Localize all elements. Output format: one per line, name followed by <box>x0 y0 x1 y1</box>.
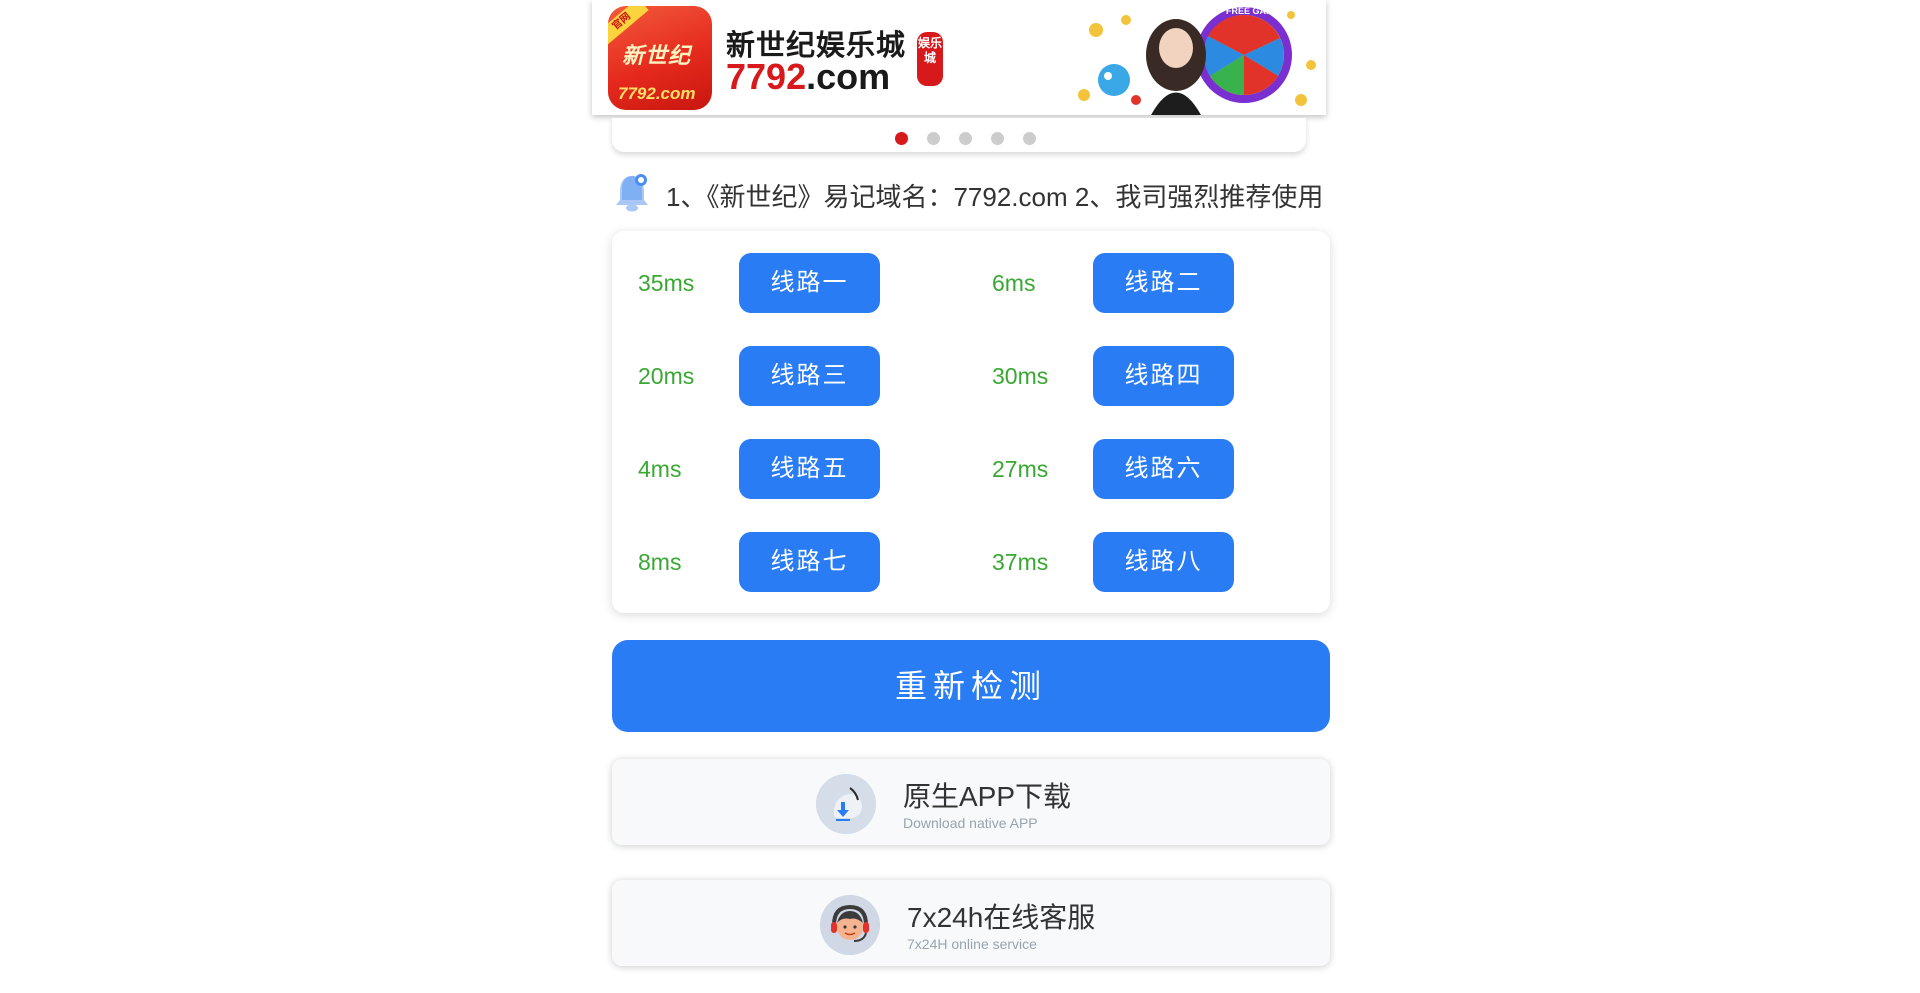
bell-icon <box>616 174 648 212</box>
line-2-button[interactable]: 线路二 <box>1093 253 1234 313</box>
carousel-dot[interactable] <box>895 132 908 145</box>
notice-bar: 1、《新世纪》易记域名：7792.com 2、我司强烈推荐使用 <box>612 170 1332 214</box>
latency-value: 35ms <box>638 270 695 296</box>
line-6-button[interactable]: 线路六 <box>1093 439 1234 499</box>
latency-value: 4ms <box>638 456 682 482</box>
customer-service-card[interactable]: 7x24h在线客服 7x24H online service <box>612 880 1330 966</box>
line-8-button[interactable]: 线路八 <box>1093 532 1234 592</box>
logo-url-text: 7792.com <box>618 84 696 103</box>
app-download-title: 原生APP下载 <box>903 781 1072 812</box>
line-selection-card: 35ms 线路一 6ms 线路二 20ms 线路三 30ms 线路四 4ms 线… <box>612 231 1330 613</box>
line-7-button[interactable]: 线路七 <box>739 532 880 592</box>
art-badge-text: FREE GAME <box>1226 6 1280 16</box>
domain-suffix: .com <box>806 56 891 97</box>
app-download-subtitle: Download native APP <box>903 815 1038 831</box>
carousel-dot[interactable] <box>927 132 940 145</box>
brand-domain: 7792.com <box>726 56 890 98</box>
line-3-button[interactable]: 线路三 <box>739 346 880 406</box>
line-item: 8ms 线路七 <box>612 532 912 592</box>
logo-brand-text: 新世纪 <box>622 43 692 68</box>
line-item: 35ms 线路一 <box>612 253 912 313</box>
latency-value: 27ms <box>992 456 1049 482</box>
line-item: 27ms 线路六 <box>966 439 1266 499</box>
notice-text: 1、《新世纪》易记域名：7792.com 2、我司强烈推荐使用 <box>666 182 1324 212</box>
recheck-button[interactable]: 重新检测 <box>612 640 1330 732</box>
seal-badge: 娱乐城 <box>917 32 943 86</box>
line-item: 30ms 线路四 <box>966 346 1266 406</box>
latency-value: 20ms <box>638 363 695 389</box>
latency-value: 30ms <box>992 363 1049 389</box>
latency-value: 8ms <box>638 549 682 575</box>
customer-service-icon <box>820 895 880 955</box>
customer-service-subtitle: 7x24H online service <box>907 936 1037 952</box>
app-logo: 官网 新世纪 7792.com <box>608 6 712 110</box>
download-icon <box>816 774 876 834</box>
line-item: 20ms 线路三 <box>612 346 912 406</box>
line-item: 37ms 线路八 <box>966 532 1266 592</box>
carousel-dot[interactable] <box>1023 132 1036 145</box>
customer-service-title: 7x24h在线客服 <box>907 902 1096 933</box>
latency-value: 37ms <box>992 549 1049 575</box>
carousel-indicator <box>612 118 1306 152</box>
carousel-dot[interactable] <box>991 132 1004 145</box>
line-4-button[interactable]: 线路四 <box>1093 346 1234 406</box>
latency-value: 6ms <box>992 270 1036 296</box>
carousel-dot[interactable] <box>959 132 972 145</box>
promo-banner[interactable]: 官网 新世纪 7792.com 新世纪娱乐城 7792.com 娱乐城 FREE… <box>592 0 1326 115</box>
domain-number: 7792 <box>726 56 807 97</box>
promo-art-illustration: FREE GAME <box>1078 6 1316 115</box>
line-5-button[interactable]: 线路五 <box>739 439 880 499</box>
page: 官网 新世纪 7792.com 新世纪娱乐城 7792.com 娱乐城 FREE… <box>0 0 1920 993</box>
line-1-button[interactable]: 线路一 <box>739 253 880 313</box>
line-item: 4ms 线路五 <box>612 439 912 499</box>
app-download-card[interactable]: 原生APP下载 Download native APP <box>612 759 1330 845</box>
line-item: 6ms 线路二 <box>966 253 1266 313</box>
